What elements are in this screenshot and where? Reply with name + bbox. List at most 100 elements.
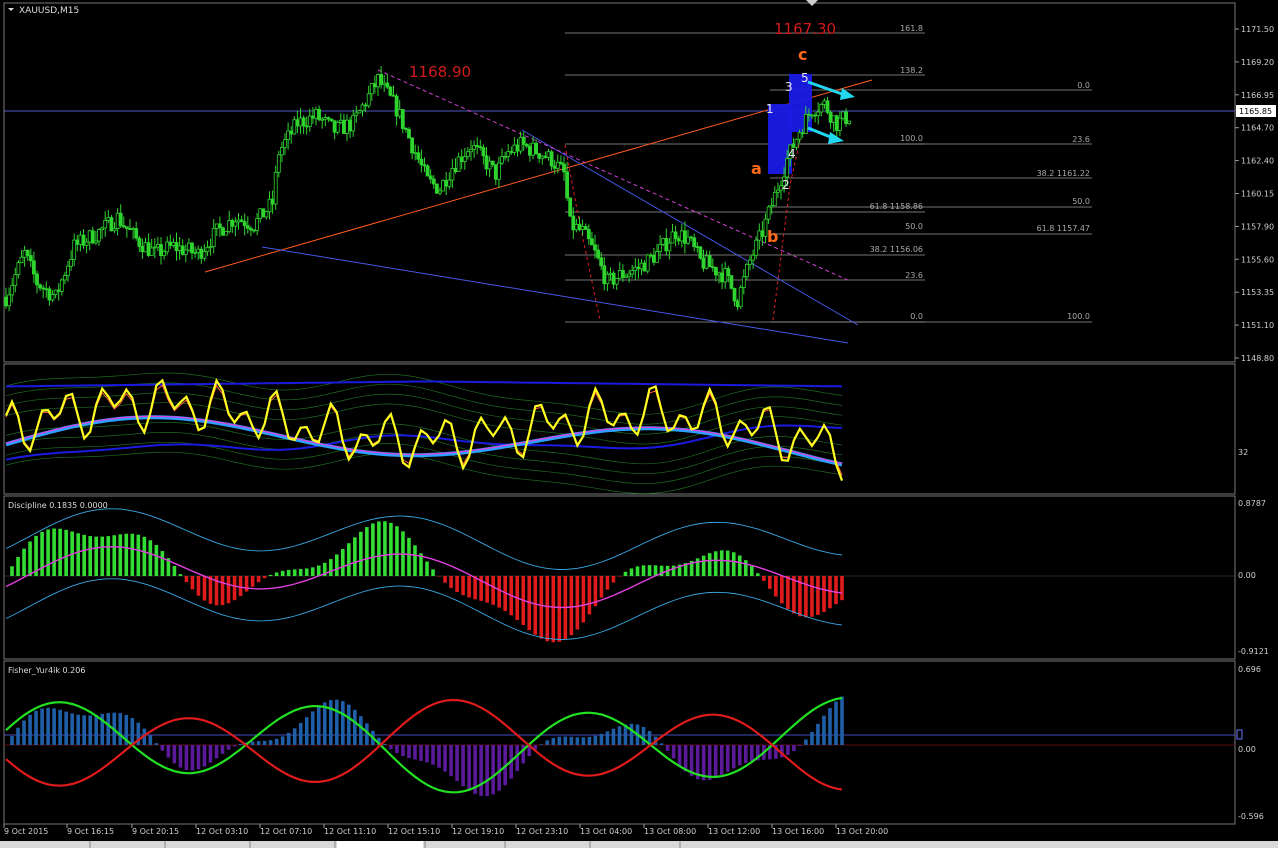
candle-body [397,109,402,117]
oscillator-1 [4,372,844,494]
candle-body [531,142,535,156]
discipline-bar-up [58,528,62,576]
candle-body [559,161,563,165]
fisher-bar-down [792,745,796,752]
discipline-bar-down [611,576,616,583]
candle-body [748,259,752,265]
candle-body [701,257,706,269]
discipline-bar-up [64,529,68,576]
fisher-bar-up [40,708,44,745]
candle-body [196,248,201,253]
fib-label: 0.0 [1077,81,1090,90]
candle-body [245,225,250,229]
candle-body [267,198,272,213]
candle-body [233,221,238,227]
fisher-bar-down [401,745,405,757]
candle-body [580,226,585,230]
fisher-bar-down [461,745,465,787]
discipline-bar-up [82,534,86,576]
candle-body [165,241,170,253]
candle-body [822,100,827,105]
discipline-bar-down [250,576,255,587]
price-panel-title: XAUUSD,M15 [19,6,79,16]
fib-label: 138.2 [900,66,923,75]
price-panel-frame [3,2,1236,363]
discipline-bar-up [671,565,676,576]
discipline-bar-up [707,553,712,576]
candle-body [103,219,108,229]
candle-body [630,270,635,275]
discipline-bar-up [334,554,339,576]
candle-body [13,274,18,287]
time-tick-label: 9 Oct 16:15 [67,827,114,836]
time-tick-label: 12 Oct 15:10 [388,827,440,836]
active-tab[interactable] [337,841,423,848]
discipline-bar-down [226,576,231,604]
candle-body [695,246,700,248]
candle-body [555,161,560,169]
discipline-bar-down [196,576,201,596]
candle-body [819,104,824,113]
fisher-bar-up [605,731,610,745]
candle-body [512,144,517,153]
candle-body [754,239,759,256]
candle-body [100,227,104,231]
discipline-bar-up [106,536,111,576]
candle-body [574,223,579,231]
candle-body [341,119,346,134]
fisher-bar-up [617,726,622,745]
fisher-bar-up [10,736,14,745]
discipline-bar-down [822,576,826,612]
fisher-bar-down [437,745,441,768]
fisher-bar-down [202,745,207,767]
fisher-bar-up [810,731,814,745]
discipline-bar-down [262,576,267,579]
fisher-bar-down [172,745,177,764]
time-tick-label: 12 Oct 23:10 [516,827,568,836]
menu-triangle-icon[interactable] [8,8,14,11]
discipline-bar-up [425,561,429,576]
discipline-bar-up [142,536,147,576]
discipline-bar-down [617,576,622,577]
discipline-bar-up [178,574,183,576]
fisher-bar-down [798,745,802,746]
fisher-bar-down [731,745,736,769]
discipline-bar-down [768,576,772,589]
candle-body [121,225,126,228]
candle-body [255,218,260,231]
candle-body [345,119,349,134]
fisher-bar-up [575,737,580,745]
fisher-bar-down [491,745,495,795]
candle-body [35,273,39,286]
candle-body [385,82,390,88]
time-tick-label: 13 Oct 16:00 [772,827,824,836]
candle-body [84,241,89,246]
candle-body [115,212,120,229]
fisher-bar-down [407,745,411,759]
fisher-bar-down [190,745,195,771]
fisher-bar-up [268,740,273,745]
discipline-bar-up [118,534,123,576]
discipline-bar-down [762,576,766,581]
candle-body [698,246,703,259]
discipline-scale-bottom: -0.9121 [1238,647,1269,656]
candle-body [500,156,504,164]
fisher-bar-up [611,728,616,745]
fisher-bar-up [280,736,285,745]
candle-body [679,230,684,242]
candle-body [50,294,55,301]
candle-body [10,285,15,296]
fisher-bar-up [828,708,832,745]
fisher-scale-top: 0.696 [1238,665,1261,674]
candle-body [217,223,222,229]
time-tick-label: 12 Oct 07:10 [260,827,312,836]
discipline-bar-up [268,574,273,576]
candle-body [41,287,46,290]
candle-body [338,119,343,123]
fisher-bar-up [629,723,634,745]
discipline-bar-down [587,576,592,615]
candle-body [686,236,690,244]
candle-body [642,262,647,272]
candle-body [236,219,241,223]
discipline-bar-down [443,576,447,583]
